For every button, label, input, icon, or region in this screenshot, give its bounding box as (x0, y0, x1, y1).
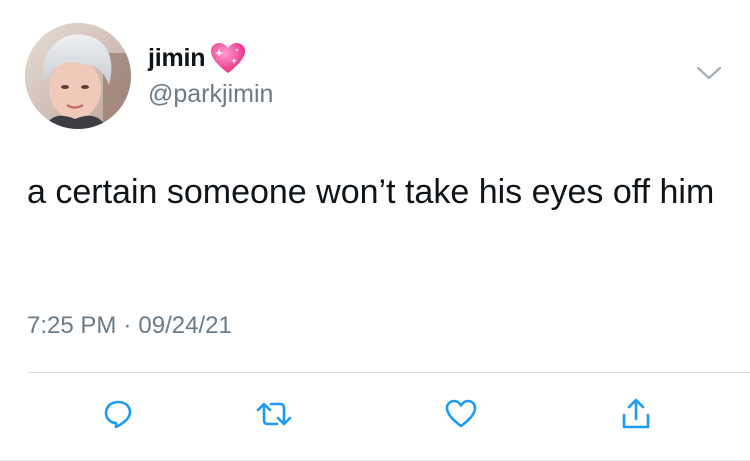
sparkling-heart-icon (208, 40, 248, 76)
divider (27, 372, 750, 373)
tweet-timestamp[interactable]: 7:25 PM · 09/24/21 (27, 312, 232, 340)
share-button[interactable] (612, 390, 660, 438)
tweet-date: 09/24/21 (138, 312, 232, 339)
reply-icon (104, 400, 132, 429)
author-handle[interactable]: @parkjimin (148, 80, 273, 109)
chevron-down-icon[interactable] (694, 62, 724, 84)
timestamp-separator: · (123, 312, 132, 339)
action-bar (0, 390, 750, 446)
tweet-time: 7:25 PM (27, 312, 117, 339)
share-icon (622, 398, 650, 429)
display-name[interactable]: jimin (148, 44, 206, 73)
avatar[interactable] (25, 23, 131, 129)
author-name-row[interactable]: jimin (148, 40, 248, 76)
reply-button[interactable] (94, 390, 142, 438)
profile-photo (25, 23, 131, 129)
retweet-button[interactable] (250, 390, 298, 438)
like-button[interactable] (437, 390, 485, 438)
retweet-icon (256, 402, 292, 426)
like-icon (445, 399, 477, 428)
tweet-text: a certain someone won’t take his eyes of… (27, 173, 715, 211)
